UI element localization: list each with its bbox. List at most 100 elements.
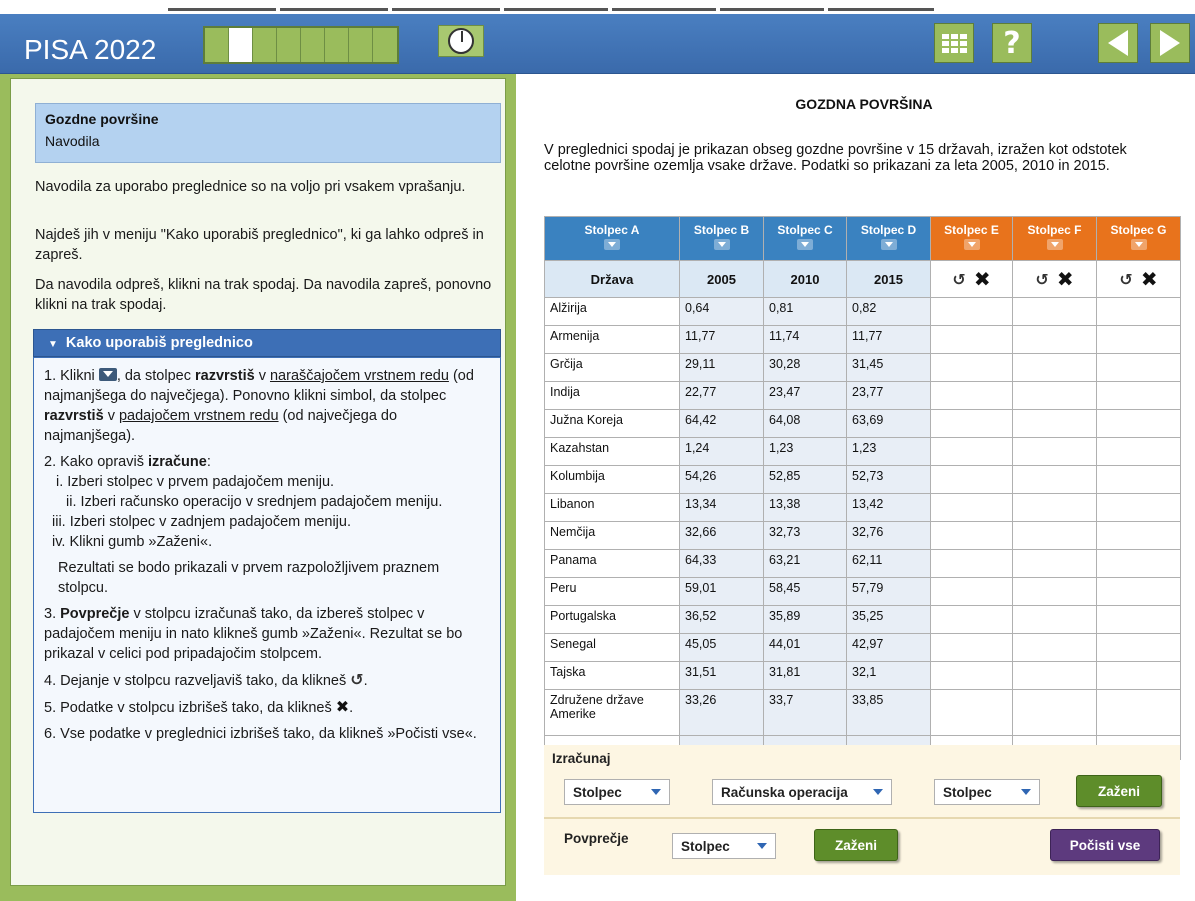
table-cell: 42,97 <box>846 633 931 662</box>
table-cell <box>1012 577 1097 606</box>
table-cell <box>1012 549 1097 578</box>
column-header: Stolpec F <box>1012 216 1097 261</box>
subheader-cell: 2015 <box>846 260 931 298</box>
table-cell <box>1012 465 1097 494</box>
column-header-row: Stolpec A Stolpec B Stolpec C Stolpec D Stol… <box>544 216 1181 261</box>
sort-dropdown-icon[interactable] <box>604 239 620 250</box>
table-cell: 32,73 <box>763 521 847 550</box>
instructions-paragraph: Da navodila odpreš, klikni na trak spoda… <box>35 277 492 313</box>
calc-run-button[interactable]: Zaženi <box>1076 775 1162 807</box>
undo-icon[interactable]: ↺ <box>952 270 965 289</box>
sort-dropdown-icon[interactable] <box>1130 239 1147 250</box>
table-cell <box>930 409 1013 438</box>
table-cell <box>930 493 1013 522</box>
table-cell <box>1096 465 1181 494</box>
intro-text: V preglednici spodaj je prikazan obseg g… <box>544 142 1127 174</box>
column-tools: ↺ ✖ <box>1012 260 1097 298</box>
table-cell <box>930 325 1013 354</box>
sort-dropdown-icon[interactable] <box>1046 239 1063 250</box>
text: 2. Kako opraviš <box>44 454 144 470</box>
undo-icon[interactable]: ↺ <box>1119 270 1132 289</box>
table-cell <box>1096 325 1181 354</box>
select-value: Stolpec <box>681 838 730 854</box>
delete-icon[interactable]: ✖ <box>974 267 991 291</box>
table-cell: 13,42 <box>846 493 931 522</box>
delete-icon[interactable]: ✖ <box>1057 267 1074 291</box>
table-cell: Južna Koreja <box>544 409 680 438</box>
calculator-button[interactable] <box>934 23 974 63</box>
next-arrow-icon <box>1160 30 1180 56</box>
table-cell: 11,77 <box>846 325 931 354</box>
help-button[interactable]: ? <box>992 23 1032 63</box>
calculator-icon <box>941 33 967 53</box>
table-cell: Armenija <box>544 325 680 354</box>
sort-dropdown-icon[interactable] <box>797 239 813 250</box>
howto-item-3: 3. Povprečje v stolpcu izračunaš tako, d… <box>44 604 490 664</box>
table-cell <box>1012 493 1097 522</box>
text: . <box>363 673 368 689</box>
column-header-label: Stolpec B <box>693 223 750 237</box>
table-cell: 23,77 <box>846 381 931 410</box>
table-row: Libanon 13,34 13,38 13,42 <box>544 493 1181 522</box>
prev-arrow-icon <box>1108 30 1128 56</box>
table-cell: 13,34 <box>679 493 764 522</box>
clear-all-button[interactable]: Počisti vse <box>1050 829 1160 861</box>
column-header: Stolpec C <box>763 216 847 261</box>
next-button[interactable] <box>1150 23 1190 63</box>
table-cell <box>930 605 1013 634</box>
average-label: Povprečje <box>564 831 629 846</box>
table-cell: Peru <box>544 577 680 606</box>
table-cell: Grčija <box>544 353 680 382</box>
table-cell <box>930 661 1013 690</box>
average-run-button[interactable]: Zaženi <box>814 829 898 861</box>
timer-icon <box>448 28 474 54</box>
progress-indicator <box>203 26 399 64</box>
text: v <box>107 408 115 424</box>
text: 3. <box>44 606 57 622</box>
table-row: Panama 64,33 63,21 62,11 <box>544 549 1181 578</box>
howto-item-5: 5. Podatke v stolpcu izbrišeš tako, da k… <box>44 697 490 718</box>
progress-cell <box>325 28 349 62</box>
progress-cell <box>253 28 277 62</box>
table-cell: 31,45 <box>846 353 931 382</box>
table-cell <box>930 549 1013 578</box>
task-subtitle: Navodila <box>45 133 100 149</box>
average-column-select[interactable]: Stolpec <box>672 833 776 859</box>
table-row: Kolumbija 54,26 52,85 52,73 <box>544 465 1181 494</box>
calc-column-2-select[interactable]: Stolpec <box>934 779 1040 805</box>
undo-icon[interactable]: ↺ <box>1035 270 1048 289</box>
sort-dropdown-icon[interactable] <box>713 239 730 250</box>
table-body: Alžirija 0,64 0,81 0,82 Armenija 11,77 11,74 11… <box>544 297 1181 760</box>
column-header-label: Stolpec C <box>777 223 833 237</box>
howto-subitem: iii. Izberi stolpec v zadnjem padajočem … <box>52 514 351 530</box>
table-cell: 22,77 <box>679 381 764 410</box>
table-cell: 62,11 <box>846 549 931 578</box>
table-cell: 33,7 <box>763 689 847 736</box>
data-table: Stolpec A Stolpec B Stolpec C Stolpec D Stol… <box>544 216 1181 760</box>
table-cell: 31,81 <box>763 661 847 690</box>
calc-column-1-select[interactable]: Stolpec <box>564 779 670 805</box>
table-cell: 58,45 <box>763 577 847 606</box>
top-segment <box>168 8 276 11</box>
table-cell <box>1012 353 1097 382</box>
table-cell <box>1012 521 1097 550</box>
prev-button[interactable] <box>1098 23 1138 63</box>
table-cell: 1,23 <box>846 437 931 466</box>
column-header-label: Stolpec F <box>1027 223 1082 237</box>
howto-toggle-bar[interactable]: ▼ Kako uporabiš preglednico <box>33 329 501 357</box>
progress-cell <box>301 28 325 62</box>
sort-dropdown-icon[interactable] <box>880 239 897 250</box>
sort-dropdown-icon[interactable] <box>963 239 980 250</box>
calc-operation-select[interactable]: Računska operacija <box>712 779 892 805</box>
delete-icon[interactable]: ✖ <box>1141 267 1158 291</box>
table-cell: 52,73 <box>846 465 931 494</box>
table-cell <box>1012 437 1097 466</box>
page-title: GOZDNA POVRŠINA <box>795 96 933 112</box>
table-cell: 52,85 <box>763 465 847 494</box>
table-cell <box>1096 437 1181 466</box>
table-cell <box>1012 605 1097 634</box>
left-panel-content: Gozdne površine Navodila Navodila za upo… <box>10 78 506 886</box>
column-header-label: Stolpec D <box>860 223 917 237</box>
chevron-down-icon <box>873 789 883 795</box>
timer-button[interactable] <box>438 25 484 57</box>
